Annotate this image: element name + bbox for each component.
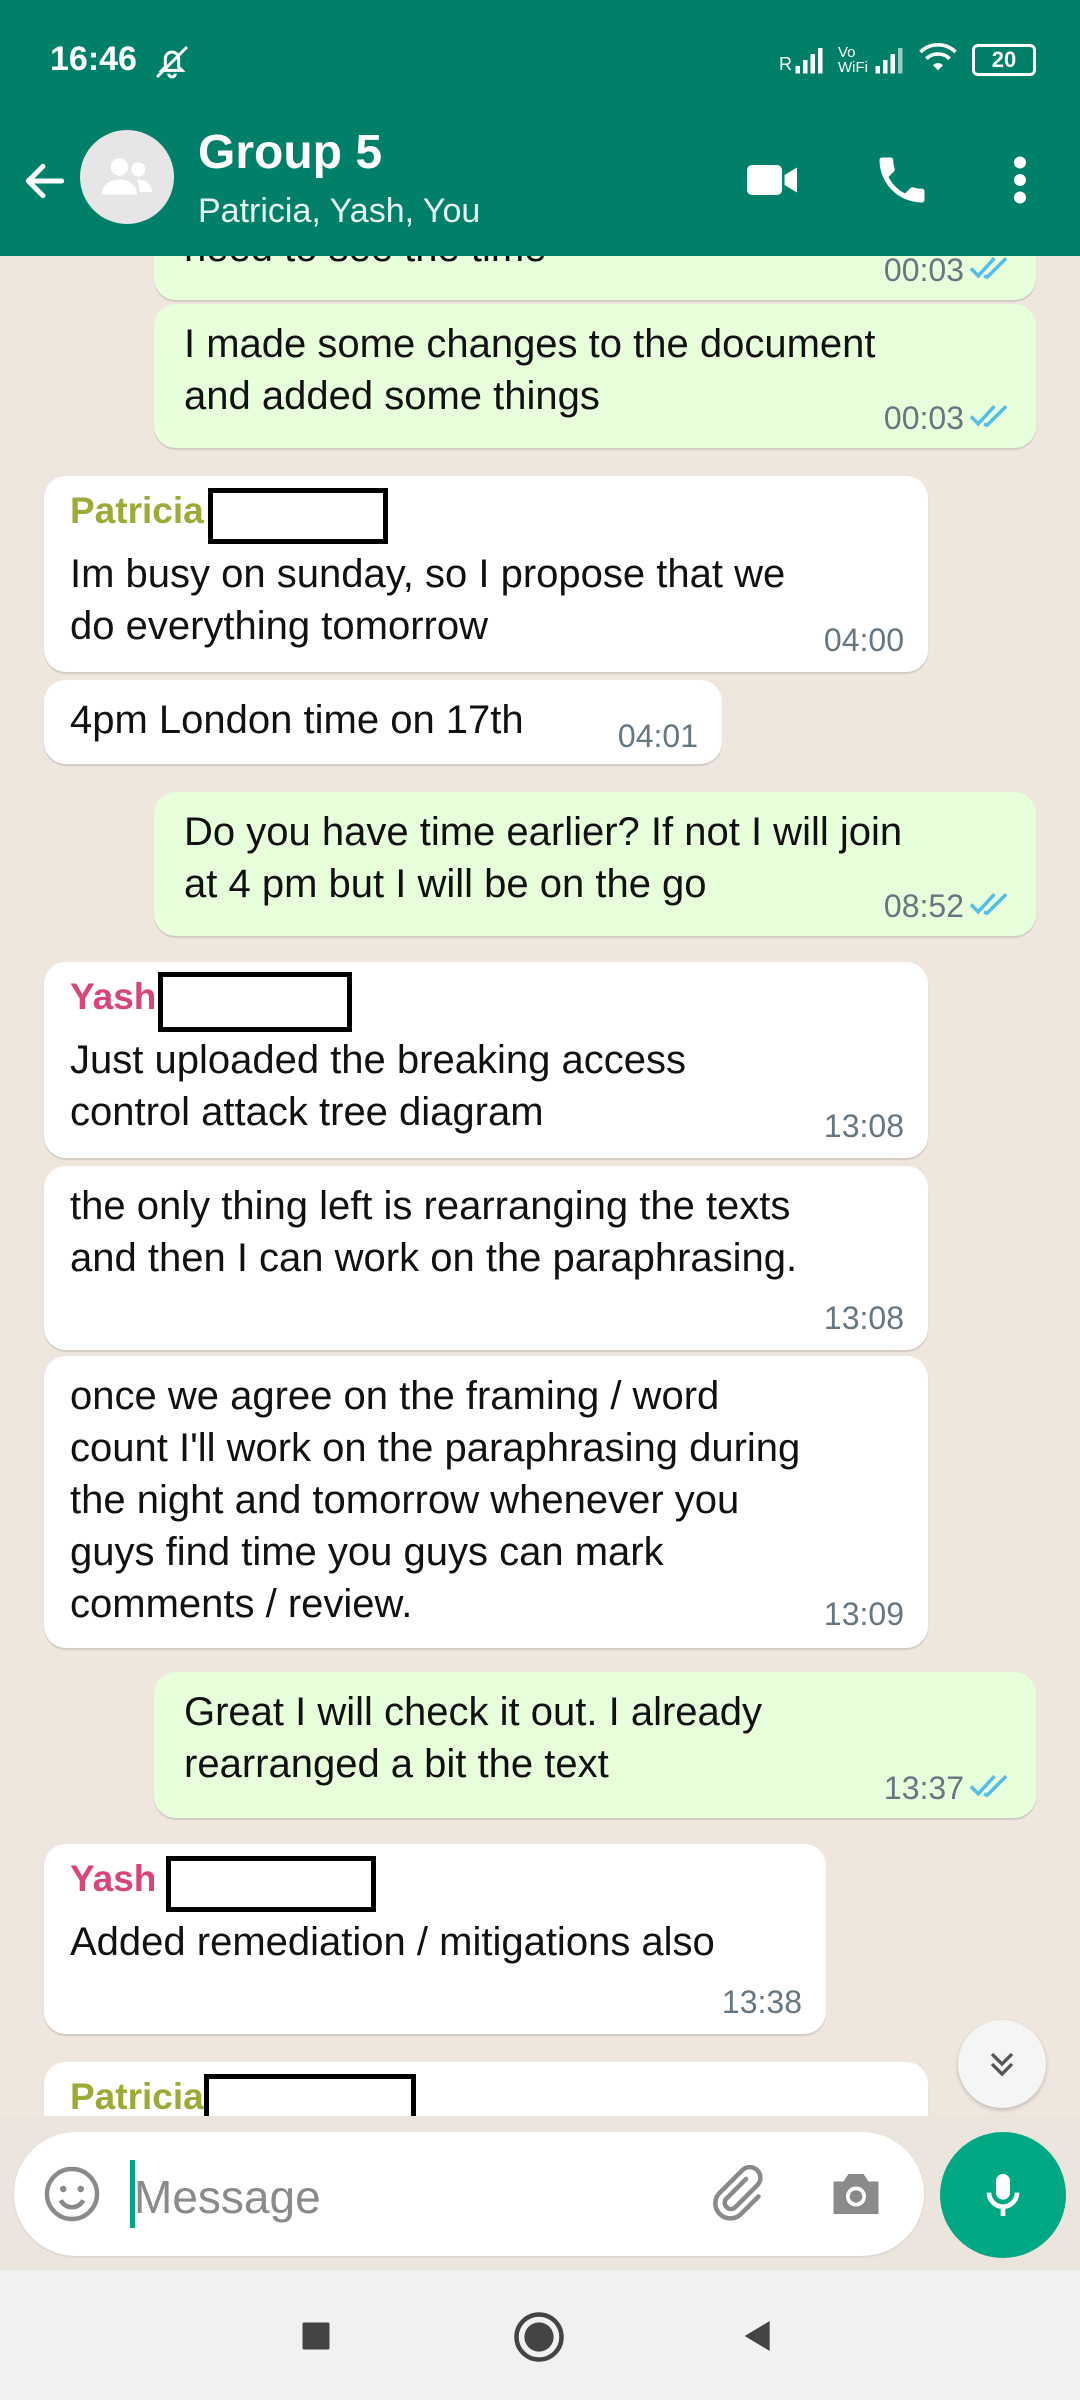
camera-icon[interactable] (826, 2164, 886, 2229)
text-cursor (130, 2160, 135, 2228)
sender-name: Yash (70, 976, 157, 1017)
message-input[interactable]: Message (134, 2170, 321, 2224)
message-bubble-incoming[interactable]: Yash Just uploaded the breaking access c… (44, 962, 928, 1158)
redacted-phone (204, 2074, 416, 2116)
message-bubble-incoming[interactable]: once we agree on the framing / word coun… (44, 1356, 928, 1648)
message-bubble-incoming[interactable]: the only thing left is rearranging the t… (44, 1166, 928, 1350)
message-bubble-incoming[interactable]: 4pm London time on 17th 04:01 (44, 680, 722, 764)
nav-recents-icon[interactable] (298, 2318, 334, 2359)
signal-icon: R (779, 45, 824, 75)
message-input-bar[interactable]: Message (14, 2132, 924, 2256)
sender-name: Patricia (70, 490, 204, 531)
redacted-phone (158, 972, 352, 1032)
sender-name: Yash (70, 1858, 157, 1899)
status-icons: R Vo WiFi 20 (779, 40, 1036, 80)
message-list[interactable]: need to see the time 00:03 I made some c… (0, 256, 1080, 2116)
message-bubble-outgoing[interactable]: Do you have time earlier? If not I will … (154, 792, 1036, 936)
message-bubble-incoming[interactable]: Yash Added remediation / mitigations als… (44, 1844, 826, 2034)
back-arrow-icon[interactable] (20, 156, 70, 211)
chat-header: 16:46 R Vo WiFi 20 Group 5 Patricia, Yas… (0, 0, 1080, 256)
message-bubble-outgoing[interactable]: Great I will check it out. I already rea… (154, 1672, 1036, 1818)
message-bubble-incoming[interactable]: Patricia (44, 2062, 928, 2116)
redacted-phone (208, 488, 388, 544)
sender-name: Patricia (70, 2076, 204, 2116)
signal-icon: Vo WiFi (838, 45, 904, 75)
scroll-down-icon[interactable] (958, 2020, 1046, 2108)
attach-icon[interactable] (706, 2164, 766, 2229)
status-time: 16:46 (50, 40, 137, 78)
message-bubble-incoming[interactable]: Patricia Im busy on sunday, so I propose… (44, 476, 928, 672)
message-bubble-outgoing[interactable]: I made some changes to the document and … (154, 304, 1036, 448)
nav-back-icon[interactable] (738, 2316, 778, 2361)
battery-icon: 20 (972, 44, 1036, 76)
chat-members[interactable]: Patricia, Yash, You (198, 192, 480, 231)
emoji-icon[interactable] (42, 2164, 102, 2229)
chat-title[interactable]: Group 5 (198, 125, 382, 180)
bell-off-icon (152, 42, 192, 87)
double-check-icon (968, 400, 1012, 435)
message-bubble-outgoing[interactable]: need to see the time 00:03 (154, 256, 1036, 300)
group-avatar-icon[interactable] (80, 130, 174, 224)
double-check-icon (968, 888, 1012, 923)
mic-icon[interactable] (940, 2132, 1066, 2258)
video-call-icon[interactable] (742, 150, 802, 215)
more-options-icon[interactable] (1000, 150, 1040, 215)
double-check-icon (968, 1770, 1012, 1805)
wifi-icon (918, 40, 958, 80)
nav-home-icon[interactable] (512, 2310, 566, 2369)
system-nav-bar (0, 2270, 1080, 2400)
double-check-icon (968, 256, 1012, 287)
voice-call-icon[interactable] (872, 150, 932, 215)
redacted-phone (166, 1856, 376, 1912)
